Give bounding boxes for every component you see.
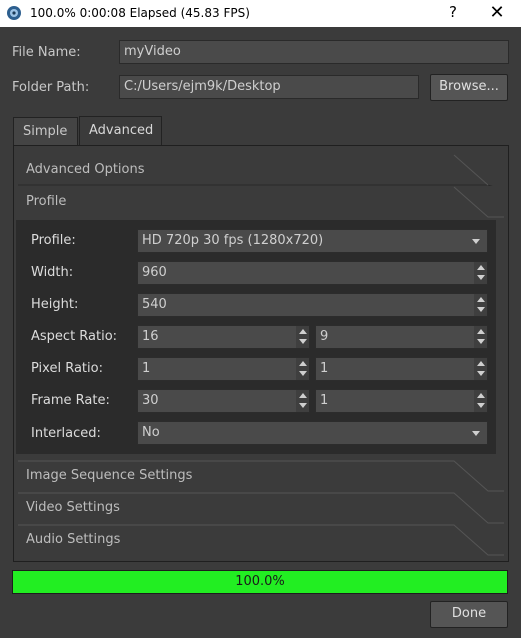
- pixel-ratio-den-spinbox[interactable]: 1: [315, 357, 488, 381]
- width-spinbox[interactable]: 960: [137, 261, 488, 285]
- section-divider: [453, 186, 504, 218]
- frame-rate-label: Frame Rate:: [31, 393, 110, 408]
- pixel-ratio-num-value: 1: [142, 361, 151, 376]
- profile-select[interactable]: HD 720p 30 fps (1280x720): [137, 229, 488, 253]
- chevron-down-icon: [472, 431, 480, 436]
- spin-arrows-icon[interactable]: [296, 390, 309, 412]
- file-name-input[interactable]: myVideo: [119, 40, 509, 64]
- spin-arrows-icon[interactable]: [474, 262, 487, 284]
- interlaced-select-value: No: [142, 425, 160, 440]
- frame-rate-num-value: 30: [142, 393, 159, 408]
- section-label: Image Sequence Settings: [26, 468, 193, 483]
- aspect-ratio-num-spinbox[interactable]: 16: [137, 325, 310, 349]
- height-spinbox[interactable]: 540: [137, 293, 488, 317]
- section-video[interactable]: Video Settings: [14, 492, 508, 524]
- section-label: Advanced Options: [26, 162, 145, 177]
- browse-button[interactable]: Browse...: [430, 74, 508, 101]
- progress-bar: 100.0%: [12, 570, 508, 594]
- profile-label: Profile:: [31, 233, 76, 248]
- aspect-ratio-num-value: 16: [142, 329, 159, 344]
- spin-arrows-icon[interactable]: [296, 326, 309, 348]
- file-name-label: File Name:: [12, 45, 81, 60]
- section-profile[interactable]: Profile: [14, 186, 508, 218]
- spin-arrows-icon[interactable]: [474, 294, 487, 316]
- spin-arrows-icon[interactable]: [474, 358, 487, 380]
- height-label: Height:: [31, 297, 79, 312]
- section-label: Video Settings: [26, 500, 120, 515]
- section-label: Audio Settings: [26, 532, 121, 547]
- spin-arrows-icon[interactable]: [474, 326, 487, 348]
- interlaced-select[interactable]: No: [137, 421, 488, 445]
- pixel-ratio-label: Pixel Ratio:: [31, 361, 103, 376]
- title-bar: 100.0% 0:00:08 Elapsed (45.83 FPS) ? ✕: [0, 0, 521, 27]
- close-button[interactable]: ✕: [488, 2, 506, 23]
- app-logo-icon: [7, 6, 21, 20]
- pixel-ratio-num-spinbox[interactable]: 1: [137, 357, 310, 381]
- pixel-ratio-den-value: 1: [320, 361, 329, 376]
- profile-select-value: HD 720p 30 fps (1280x720): [142, 233, 324, 248]
- tab-advanced[interactable]: Advanced: [79, 116, 162, 145]
- frame-rate-den-spinbox[interactable]: 1: [315, 389, 488, 413]
- section-audio[interactable]: Audio Settings: [14, 524, 508, 556]
- progress-text: 100.0%: [235, 574, 285, 589]
- interlaced-label: Interlaced:: [31, 426, 101, 441]
- spin-arrows-icon[interactable]: [474, 390, 487, 412]
- spin-arrows-icon[interactable]: [296, 358, 309, 380]
- help-button[interactable]: ?: [445, 3, 461, 21]
- frame-rate-den-value: 1: [320, 393, 329, 408]
- section-label: Profile: [26, 194, 67, 209]
- aspect-ratio-den-spinbox[interactable]: 9: [315, 325, 488, 349]
- section-advanced-options[interactable]: Advanced Options: [14, 154, 508, 186]
- width-value: 960: [142, 265, 167, 280]
- aspect-ratio-label: Aspect Ratio:: [31, 329, 118, 344]
- chevron-down-icon: [472, 239, 480, 244]
- section-image-sequence[interactable]: Image Sequence Settings: [14, 460, 508, 492]
- window-title: 100.0% 0:00:08 Elapsed (45.83 FPS): [30, 6, 250, 20]
- tab-simple[interactable]: Simple: [13, 117, 78, 145]
- height-value: 540: [142, 297, 167, 312]
- done-button[interactable]: Done: [430, 601, 508, 628]
- aspect-ratio-den-value: 9: [320, 329, 329, 344]
- width-label: Width:: [31, 265, 74, 280]
- frame-rate-num-spinbox[interactable]: 30: [137, 389, 310, 413]
- folder-path-label: Folder Path:: [12, 80, 90, 95]
- folder-path-input[interactable]: C:/Users/ejm9k/Desktop: [119, 75, 419, 99]
